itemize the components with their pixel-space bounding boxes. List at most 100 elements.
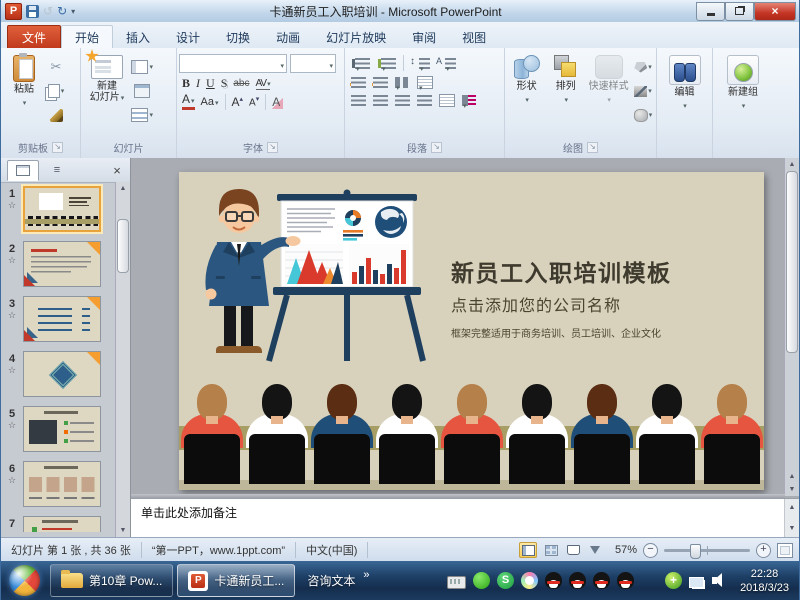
scroll-up-icon[interactable]: ▲ [789, 501, 796, 514]
tab-review[interactable]: 审阅 [399, 26, 449, 48]
close-button[interactable]: × [754, 2, 796, 21]
distribute-button[interactable] [439, 94, 455, 107]
decrease-indent-button[interactable] [351, 77, 366, 88]
text-shadow-button[interactable]: S [221, 76, 228, 91]
notes-scrollbar[interactable]: ▲ ▼ [784, 499, 799, 537]
slideshow-button[interactable] [587, 543, 603, 557]
reading-view-button[interactable] [565, 543, 581, 557]
qq-icon[interactable] [545, 572, 562, 589]
previous-slide-icon[interactable]: ▲ [789, 470, 796, 483]
scroll-down-icon[interactable]: ▼ [120, 524, 127, 537]
network-icon[interactable] [689, 577, 704, 588]
columns-button[interactable] [395, 77, 410, 88]
numbering-button[interactable] [381, 58, 396, 69]
section-button[interactable] [131, 105, 153, 125]
tab-insert[interactable]: 插入 [113, 26, 163, 48]
line-spacing-button[interactable] [419, 58, 430, 69]
panel-scrollbar[interactable]: ▲ ▼ [115, 182, 130, 537]
slide-thumbnail-4[interactable]: 4☆ [1, 351, 116, 397]
undo-icon[interactable]: ↺ [43, 5, 53, 17]
panel-close-icon[interactable]: × [108, 163, 126, 178]
cut-button[interactable]: ✂ [45, 57, 67, 77]
qq-icon[interactable] [617, 572, 634, 589]
tab-transitions[interactable]: 切换 [213, 26, 263, 48]
align-center-button[interactable] [373, 95, 388, 106]
slide-thumbnail-2[interactable]: 2☆ [1, 241, 116, 287]
scroll-up-icon[interactable]: ▲ [789, 158, 796, 171]
arrange-button[interactable]: 排列 [546, 51, 585, 137]
strikethrough-button[interactable]: abc [233, 78, 249, 89]
increase-indent-button[interactable] [373, 77, 388, 88]
shape-fill-button[interactable] [632, 57, 654, 77]
shape-effects-button[interactable] [632, 105, 654, 125]
slide-thumbnail-6[interactable]: 6☆ [1, 461, 116, 507]
minimize-button[interactable] [696, 2, 725, 21]
font-dialog-launcher-icon[interactable]: ↘ [267, 142, 278, 153]
zoom-slider-thumb[interactable] [690, 544, 701, 559]
zoom-percent[interactable]: 57% [609, 544, 637, 556]
paste-button[interactable]: 粘贴 [3, 51, 45, 137]
normal-view-button[interactable] [519, 542, 537, 558]
tim-icon[interactable] [521, 572, 538, 589]
align-left-button[interactable] [351, 95, 366, 106]
taskbar-toolbar-label[interactable]: 咨询文本 [299, 572, 363, 589]
paragraph-dialog-launcher-icon[interactable]: ↘ [431, 142, 442, 153]
tab-home[interactable]: 开始 [61, 25, 113, 48]
zoom-in-button[interactable]: + [756, 543, 771, 558]
bold-button[interactable]: B [182, 76, 190, 91]
volume-icon[interactable] [711, 572, 728, 589]
justify-button[interactable] [417, 95, 432, 106]
reset-button[interactable] [131, 81, 153, 101]
restore-button[interactable] [725, 2, 754, 21]
underline-button[interactable]: U [206, 76, 215, 91]
tab-slideshow[interactable]: 幻灯片放映 [313, 26, 399, 48]
text-direction-button[interactable] [445, 58, 456, 69]
shrink-font-button[interactable]: A [249, 95, 259, 108]
italic-button[interactable]: I [196, 76, 200, 91]
tab-file[interactable]: 文件 [7, 25, 61, 48]
qq-icon[interactable] [593, 572, 610, 589]
keyboard-icon[interactable] [447, 576, 466, 589]
tab-view[interactable]: 视图 [449, 26, 499, 48]
language-indicator[interactable]: 中文(中国) [296, 542, 367, 558]
slide-thumbnail-3[interactable]: 3☆ [1, 296, 116, 342]
align-text-button[interactable] [417, 76, 433, 89]
qq-icon[interactable] [569, 572, 586, 589]
character-spacing-button[interactable]: AV [256, 78, 270, 90]
shield-icon[interactable] [641, 572, 658, 589]
font-size-combo[interactable] [290, 54, 336, 73]
editing-button[interactable]: 编辑 [664, 51, 706, 137]
tab-slides-thumbnails[interactable] [7, 160, 39, 181]
taskbar-app-powerpoint[interactable]: P 卡通新员工... [177, 564, 295, 597]
grow-font-button[interactable]: A [232, 95, 244, 109]
taskbar-app-folder[interactable]: 第10章 Pow... [50, 564, 173, 597]
scrollbar-thumb[interactable] [786, 171, 798, 353]
clear-formatting-button[interactable]: A [272, 95, 283, 109]
scroll-down-icon[interactable]: ▼ [789, 522, 796, 535]
powerpoint-logo-icon[interactable]: P [5, 3, 22, 20]
zoom-out-button[interactable]: − [643, 543, 658, 558]
align-right-button[interactable] [395, 95, 410, 106]
font-name-combo[interactable] [179, 54, 287, 73]
drawing-dialog-launcher-icon[interactable]: ↘ [587, 142, 598, 153]
tab-design[interactable]: 设计 [163, 26, 213, 48]
slide-canvas[interactable]: 新员工入职培训模板 点击添加您的公司名称 框架完整适用于商务培训、员工培训、企业… [179, 172, 764, 490]
scroll-up-icon[interactable]: ▲ [120, 182, 127, 195]
scrollbar-thumb[interactable] [117, 219, 129, 273]
convert-smartart-button[interactable] [462, 95, 476, 106]
notes-pane[interactable]: 单击此处添加备注 ▲ ▼ [131, 498, 799, 537]
zoom-slider[interactable] [664, 549, 750, 552]
change-case-button[interactable]: Aa [201, 96, 219, 108]
fit-to-window-button[interactable] [777, 543, 793, 558]
wechat-icon[interactable] [473, 572, 490, 589]
font-color-button[interactable]: A [182, 94, 195, 110]
chevron-icon[interactable]: » [363, 569, 369, 581]
slide-thumbnail-7[interactable]: 7 [1, 516, 116, 532]
format-painter-button[interactable] [45, 105, 67, 125]
redo-icon[interactable]: ↻ [57, 5, 67, 17]
jinshan-icon[interactable]: + [665, 572, 682, 589]
quick-styles-button[interactable]: 快速样式 [585, 51, 632, 137]
slide-thumbnail-5[interactable]: 5☆ [1, 406, 116, 452]
shapes-button[interactable]: 形状 [507, 51, 546, 137]
tab-animations[interactable]: 动画 [263, 26, 313, 48]
